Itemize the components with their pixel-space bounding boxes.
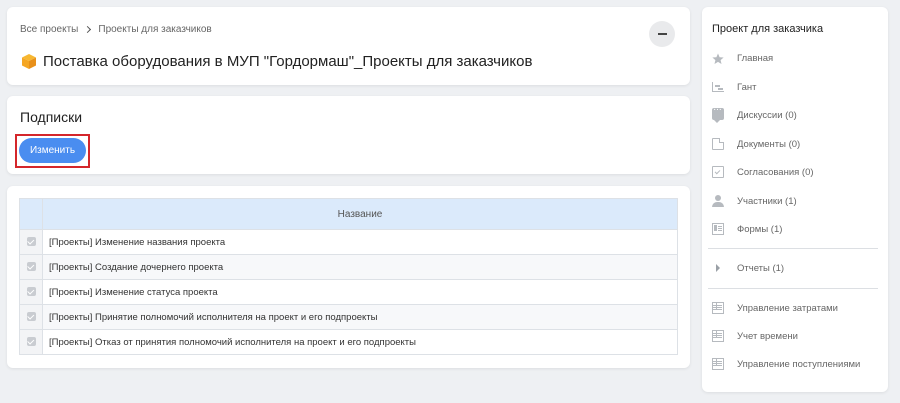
subscriptions-card: Подписки	[7, 96, 690, 174]
breadcrumb-current[interactable]: Проекты для заказчиков	[98, 24, 211, 35]
table-row: [Проекты] Принятие полномочий исполнител…	[19, 304, 678, 330]
row-checkbox-cell	[19, 229, 43, 255]
gantt-icon	[712, 81, 724, 93]
cube-icon	[22, 54, 36, 69]
page-title: Поставка оборудования в МУП "Гордормаш"_…	[43, 53, 533, 70]
sidebar-item-documents[interactable]: Документы (0)	[712, 133, 880, 155]
table-icon	[712, 330, 724, 342]
table-row: [Проекты] Изменение названия проекта	[19, 229, 678, 255]
column-header-name[interactable]: Название	[42, 198, 678, 230]
sidebar-divider	[708, 248, 878, 249]
caret-right-icon	[712, 262, 724, 274]
checkbox-checked[interactable]	[26, 237, 36, 247]
sidebar-item-income-management[interactable]: Управление поступлениями	[712, 353, 880, 375]
checkbox-checked[interactable]	[26, 312, 36, 322]
sidebar-item-label: Отчеты (1)	[737, 262, 785, 274]
sidebar-item-label: Главная	[737, 52, 774, 64]
collapse-button[interactable]	[649, 21, 675, 47]
sidebar-item-forms[interactable]: Формы (1)	[712, 218, 880, 240]
checkbox-checked[interactable]	[26, 287, 36, 297]
row-name: [Проекты] Принятие полномочий исполнител…	[42, 304, 678, 330]
sidebar-item-label: Дискуссии (0)	[737, 109, 797, 121]
chat-icon	[712, 104, 724, 123]
edit-button[interactable]: Изменить	[19, 138, 86, 163]
table-icon	[712, 358, 724, 370]
project-sidebar: Проект для заказчика Главная Гант Дискус…	[702, 7, 888, 392]
form-icon	[712, 223, 724, 235]
sidebar-item-label: Участники (1)	[737, 195, 797, 207]
sidebar-item-label: Управление затратами	[737, 302, 838, 314]
chevron-right-icon	[84, 25, 92, 35]
document-icon	[712, 138, 724, 150]
sidebar-divider	[708, 288, 878, 289]
subscriptions-table: Название [Проекты] Изменение названия пр…	[19, 198, 678, 355]
breadcrumb: Все проекты Проекты для заказчиков	[20, 24, 212, 35]
breadcrumb-root-link[interactable]: Все проекты	[20, 24, 78, 35]
row-checkbox-cell	[19, 279, 43, 305]
row-checkbox-cell	[19, 329, 43, 355]
table-row: [Проекты] Изменение статуса проекта	[19, 279, 678, 305]
sidebar-item-label: Формы (1)	[737, 223, 783, 235]
table-icon	[712, 302, 724, 314]
sidebar-item-approvals[interactable]: Согласования (0)	[712, 161, 880, 183]
minus-icon	[657, 33, 667, 35]
checkbox-checked[interactable]	[26, 262, 36, 272]
approval-icon	[712, 166, 724, 178]
row-name: [Проекты] Изменение названия проекта	[42, 229, 678, 255]
sidebar-item-label: Согласования (0)	[737, 166, 814, 178]
row-name: [Проекты] Создание дочернего проекта	[42, 254, 678, 280]
sidebar-item-label: Управление поступлениями	[737, 358, 861, 370]
checkbox-column-header	[19, 198, 43, 230]
sidebar-item-discussions[interactable]: Дискуссии (0)	[712, 104, 880, 126]
sidebar-item-time-tracking[interactable]: Учет времени	[712, 325, 880, 347]
row-checkbox-cell	[19, 254, 43, 280]
table-header-row: Название	[19, 198, 678, 230]
star-icon	[712, 52, 724, 64]
project-header-card: Все проекты Проекты для заказчиков Поста…	[7, 7, 690, 85]
row-name: [Проекты] Отказ от принятия полномочий и…	[42, 329, 678, 355]
sidebar-item-gantt[interactable]: Гант	[712, 76, 880, 98]
user-icon	[712, 195, 724, 207]
sidebar-item-home[interactable]: Главная	[712, 47, 880, 69]
row-name: [Проекты] Изменение статуса проекта	[42, 279, 678, 305]
sidebar-title: Проект для заказчика	[712, 23, 824, 35]
page-title-row: Поставка оборудования в МУП "Гордормаш"_…	[22, 53, 532, 70]
sidebar-item-label: Гант	[737, 81, 757, 93]
row-checkbox-cell	[19, 304, 43, 330]
sidebar-item-cost-management[interactable]: Управление затратами	[712, 297, 880, 319]
section-title: Подписки	[20, 109, 83, 125]
sidebar-item-reports[interactable]: Отчеты (1)	[712, 257, 880, 279]
subscriptions-table-card: Название [Проекты] Изменение названия пр…	[7, 186, 690, 368]
checkbox-checked[interactable]	[26, 337, 36, 347]
table-row: [Проекты] Создание дочернего проекта	[19, 254, 678, 280]
sidebar-item-label: Учет времени	[737, 330, 798, 342]
sidebar-item-participants[interactable]: Участники (1)	[712, 190, 880, 212]
table-row: [Проекты] Отказ от принятия полномочий и…	[19, 329, 678, 355]
sidebar-item-label: Документы (0)	[737, 138, 801, 150]
